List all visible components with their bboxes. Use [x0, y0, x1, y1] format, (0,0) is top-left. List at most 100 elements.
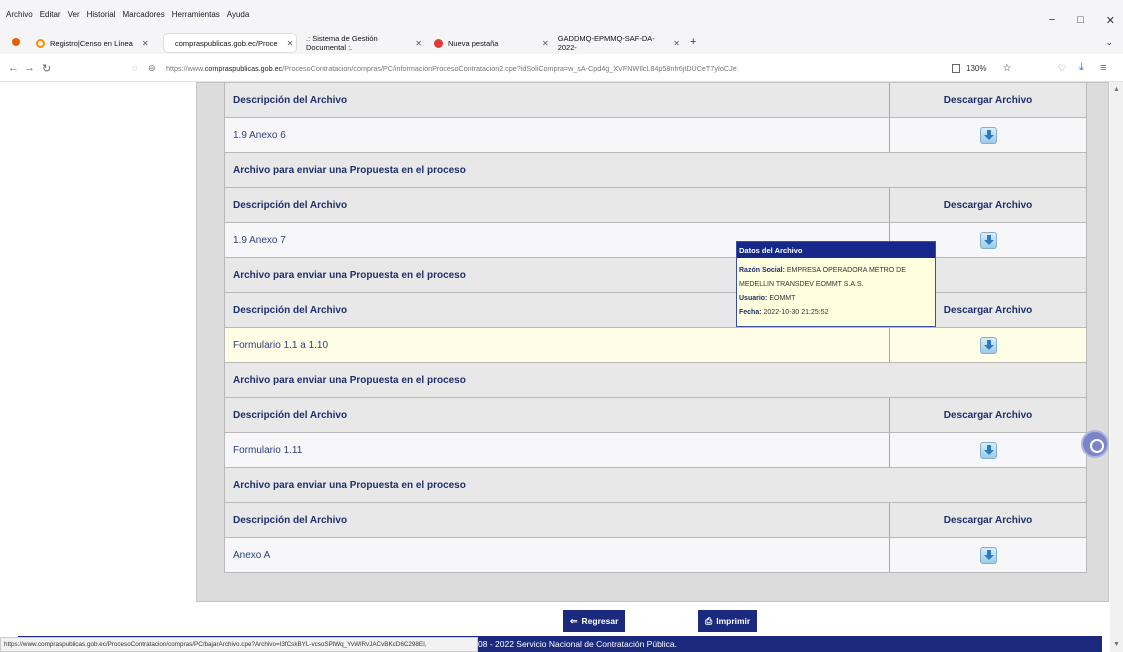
table-row: Anexo A	[224, 538, 1087, 573]
razon-social-label: Razón Social:	[739, 267, 785, 274]
tab-title: compraspublicas.gob.ec/Proce	[175, 38, 278, 48]
vertical-scrollbar[interactable]: ▲ ▼	[1110, 82, 1123, 652]
desc-column-header: Descripción del Archivo	[225, 83, 890, 117]
download-column-header: Descargar Archivo	[943, 514, 1033, 526]
menu-herramientas[interactable]: Herramientas	[172, 10, 220, 19]
download-file-icon[interactable]	[979, 126, 997, 144]
menu-archivo[interactable]: Archivo	[6, 10, 33, 19]
regresar-label: Regresar	[581, 616, 619, 626]
firefox-view-icon[interactable]	[12, 38, 20, 46]
download-file-icon[interactable]	[979, 546, 997, 564]
scroll-up-arrow-icon[interactable]: ▲	[1113, 86, 1120, 93]
section-title-row: Archivo para enviar una Propuesta en el …	[224, 153, 1087, 188]
imprimir-button[interactable]: ⎙ Imprimir	[698, 610, 758, 632]
download-file-icon[interactable]	[979, 441, 997, 459]
documents-table: Descripción del Archivo Descargar Archiv…	[224, 83, 1087, 573]
tab-gestion-documental[interactable]: .: Sistema de Gestión Documental :. ✕	[300, 34, 428, 52]
printer-icon: ⎙	[705, 615, 713, 626]
file-description: 1.9 Anexo 6	[225, 118, 890, 152]
file-description: Anexo A	[225, 538, 890, 572]
table-header: Descripción del Archivo Descargar Archiv…	[224, 398, 1087, 433]
back-arrow-icon: ⇐	[570, 615, 578, 626]
table-row: Formulario 1.11	[224, 433, 1087, 468]
section-title: Archivo para enviar una Propuesta en el …	[233, 479, 466, 491]
close-tab-icon[interactable]: ✕	[142, 39, 149, 48]
section-title-row: Archivo para enviar una Propuesta en el …	[224, 468, 1087, 503]
section-title: Archivo para enviar una Propuesta en el …	[233, 164, 466, 176]
scroll-down-arrow-icon[interactable]: ▼	[1113, 641, 1120, 648]
menu-bar: Archivo Editar Ver Historial Marcadores …	[0, 0, 1123, 32]
desc-column-header: Descripción del Archivo	[225, 503, 890, 537]
back-arrow-icon[interactable]: ←	[8, 62, 19, 74]
tab-title: .: Sistema de Gestión Documental :.	[306, 34, 378, 52]
download-column-header: Descargar Archivo	[943, 94, 1033, 106]
table-header: Descripción del Archivo Descargar Archiv…	[224, 293, 1087, 328]
tab-registro[interactable]: Registro|Censo en Línea ✕	[30, 34, 170, 52]
pocket-icon[interactable]: ♡	[1058, 63, 1066, 74]
download-icon[interactable]: ⤓	[1079, 61, 1084, 74]
menu-ayuda[interactable]: Ayuda	[227, 10, 250, 19]
tab-title: Registro|Censo en Línea	[50, 38, 133, 48]
close-tab-icon[interactable]: ✕	[673, 39, 680, 48]
zoom-level: 130%	[966, 64, 987, 73]
table-header: Descripción del Archivo Descargar Archiv…	[224, 503, 1087, 538]
url-prefix: https://www.	[166, 64, 205, 73]
close-window-button[interactable]: ✕	[1106, 14, 1115, 27]
url-path: /ProcesoContratacion/compras/PC/informac…	[282, 64, 739, 73]
maximize-button[interactable]: □	[1077, 14, 1084, 27]
url-bar[interactable]: https://www.compraspublicas.gob.ec/Proce…	[166, 64, 739, 73]
floating-accessibility-icon[interactable]	[1081, 430, 1109, 458]
tooltip-body: Razón Social: EMPRESA OPERADORA METRO DE…	[737, 258, 935, 320]
url-host: compraspublicas.gob.ec	[204, 64, 283, 73]
file-description: Formulario 1.1 a 1.10	[225, 328, 890, 362]
list-tabs-chevron-icon[interactable]: ⌄	[1105, 37, 1113, 48]
menu-hamburger-icon[interactable]: ≡	[1100, 62, 1106, 74]
close-tab-icon[interactable]: ✕	[542, 39, 549, 48]
table-row: 1.9 Anexo 6	[224, 118, 1087, 153]
tab-compraspublicas[interactable]: compraspublicas.gob.ec/Proce ✕	[164, 34, 296, 52]
tab-gaddmq[interactable]: ✕ GADDMQ-EPMMQ-SAF-DA-2022- ✕	[536, 34, 686, 52]
table-header: Descripción del Archivo Descargar Archiv…	[224, 83, 1087, 118]
regresar-button[interactable]: ⇐ Regresar	[563, 610, 626, 632]
bookmark-star-icon[interactable]: ☆	[1002, 63, 1011, 74]
download-column-header: Descargar Archivo	[943, 409, 1033, 421]
lock-icon[interactable]: ⊖	[148, 63, 156, 74]
tab-nueva-pestana[interactable]: Nueva pestaña	[428, 34, 528, 52]
menu-marcadores[interactable]: Marcadores	[123, 10, 165, 19]
shield-icon[interactable]: ◌	[132, 63, 137, 73]
imprimir-label: Imprimir	[716, 616, 751, 626]
desc-column-header: Descripción del Archivo	[225, 188, 890, 222]
download-file-icon[interactable]	[979, 336, 997, 354]
forward-arrow-icon[interactable]: →	[24, 62, 35, 74]
reader-mode-icon[interactable]	[952, 64, 960, 73]
close-tab-icon[interactable]: ✕	[287, 39, 294, 48]
tab-bar: Registro|Censo en Línea ✕ compraspublica…	[0, 32, 1123, 54]
file-data-tooltip: Datos del Archivo Razón Social: EMPRESA …	[736, 241, 936, 327]
section-title: Archivo para enviar una Propuesta en el …	[233, 269, 466, 281]
section-title-row: Archivo para enviar una Propuesta en el …	[224, 258, 1087, 293]
new-tab-plus-icon[interactable]: +	[690, 36, 696, 48]
section-title-row: Archivo para enviar una Propuesta en el …	[224, 363, 1087, 398]
tab-title: Nueva pestaña	[448, 38, 499, 48]
tab-favicon-icon	[434, 38, 443, 48]
menu-ver[interactable]: Ver	[68, 10, 80, 19]
footer-text: 08 - 2022 Servicio Nacional de Contratac…	[478, 639, 677, 649]
refresh-site-icon	[36, 38, 45, 48]
menu-historial[interactable]: Historial	[87, 10, 116, 19]
window-controls: − □ ✕	[1049, 14, 1115, 27]
fecha-value: 2022-10-30 21:25:52	[763, 309, 829, 316]
download-column-header: Descargar Archivo	[943, 199, 1033, 211]
zoom-indicator[interactable]: 130% ☆	[952, 63, 1011, 74]
navigation-bar: ← → ↻ ◌ ⊖ https://www.compraspublicas.go…	[0, 56, 1123, 82]
reload-icon[interactable]: ↻	[42, 62, 51, 75]
status-bar-url: https://www.compraspublicas.gob.ec/Proce…	[0, 637, 478, 652]
table-header: Descripción del Archivo Descargar Archiv…	[224, 188, 1087, 223]
tab-title: GADDMQ-EPMMQ-SAF-DA-2022-	[557, 34, 655, 52]
table-row-highlighted: Formulario 1.1 a 1.10	[224, 328, 1087, 363]
close-tab-icon[interactable]: ✕	[415, 39, 422, 48]
download-file-icon[interactable]	[979, 231, 997, 249]
section-title: Archivo para enviar una Propuesta en el …	[233, 374, 466, 386]
minimize-button[interactable]: −	[1049, 14, 1055, 27]
menu-editar[interactable]: Editar	[40, 10, 61, 19]
documents-panel: Descripción del Archivo Descargar Archiv…	[196, 82, 1109, 602]
